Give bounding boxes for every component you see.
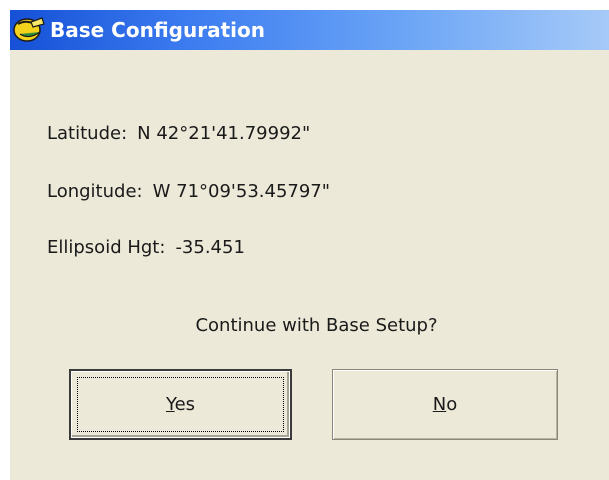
yes-mnemonic: Y: [165, 394, 175, 415]
longitude-value: W 71°09'53.45797": [152, 181, 331, 202]
no-button-label: No: [433, 394, 457, 415]
window-title: Base Configuration: [50, 18, 265, 42]
latitude-row: Latitude: N 42°21'41.79992": [47, 123, 310, 144]
ellipsoid-height-row: Ellipsoid Hgt: -35.451: [47, 237, 245, 258]
yes-button[interactable]: Yes: [69, 369, 292, 440]
yes-label-rest: es: [174, 394, 196, 415]
latitude-value: N 42°21'41.79992": [137, 123, 311, 144]
ellipsoid-height-label: Ellipsoid Hgt:: [47, 237, 166, 258]
title-bar[interactable]: Base Configuration: [10, 10, 609, 50]
longitude-row: Longitude: W 71°09'53.45797": [47, 181, 330, 202]
base-configuration-dialog: Base Configuration Latitude: N 42°21'41.7…: [10, 10, 609, 480]
longitude-label: Longitude:: [47, 181, 143, 202]
confirmation-prompt: Continue with Base Setup?: [195, 315, 438, 336]
latitude-label: Latitude:: [47, 123, 128, 144]
no-label-rest: o: [446, 394, 458, 415]
no-mnemonic: N: [432, 394, 447, 415]
satellite-dish-icon: [13, 16, 45, 44]
yes-button-label: Yes: [166, 394, 195, 415]
no-button[interactable]: No: [332, 369, 558, 440]
ellipsoid-height-value: -35.451: [175, 237, 245, 258]
